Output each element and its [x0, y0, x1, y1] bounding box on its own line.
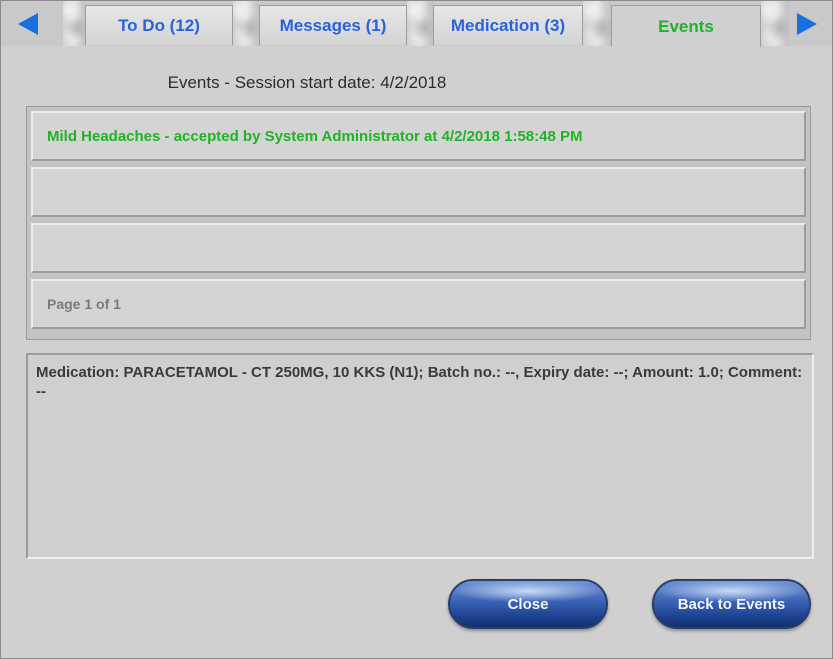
back-to-events-label: Back to Events: [677, 595, 786, 613]
event-row[interactable]: [31, 167, 806, 217]
tab-separator: [63, 1, 85, 46]
scroll-tabs-right-button[interactable]: [792, 9, 822, 39]
tab-medication[interactable]: Medication (3): [433, 5, 583, 45]
event-detail-text: Medication: PARACETAMOL - CT 250MG, 10 K…: [36, 364, 803, 400]
session-title: Events - Session start date: 4/2/2018: [167, 73, 447, 92]
tab-separator: [407, 1, 433, 46]
tab-strip: To Do (12) Messages (1) Medication (3) E…: [1, 1, 832, 47]
scroll-tabs-left-button[interactable]: [13, 9, 43, 39]
tab-label: To Do (12): [118, 15, 200, 35]
close-button-label: Close: [507, 595, 549, 613]
tab-todo[interactable]: To Do (12): [85, 5, 233, 45]
close-button[interactable]: Close: [448, 579, 608, 629]
event-text: Mild Headaches - accepted by System Admi…: [47, 127, 583, 145]
tab-label: Events: [658, 16, 714, 36]
app-window: To Do (12) Messages (1) Medication (3) E…: [0, 0, 833, 659]
tab-label: Messages (1): [279, 15, 387, 35]
pager-row: Page 1 of 1: [31, 279, 806, 329]
triangle-left-icon: [18, 13, 38, 35]
tab-label: Medication (3): [450, 15, 566, 35]
back-to-events-button[interactable]: Back to Events: [652, 579, 811, 629]
tab-events[interactable]: Events: [611, 5, 761, 47]
event-row[interactable]: Mild Headaches - accepted by System Admi…: [31, 111, 806, 161]
triangle-right-icon: [797, 13, 817, 35]
event-list: Mild Headaches - accepted by System Admi…: [26, 106, 811, 340]
event-row[interactable]: [31, 223, 806, 273]
tab-separator: [761, 1, 789, 46]
tab-messages[interactable]: Messages (1): [259, 5, 407, 45]
event-detail-box: Medication: PARACETAMOL - CT 250MG, 10 K…: [26, 353, 814, 559]
pager-text: Page 1 of 1: [47, 296, 121, 312]
tab-separator: [233, 1, 259, 46]
tab-separator: [583, 1, 611, 46]
